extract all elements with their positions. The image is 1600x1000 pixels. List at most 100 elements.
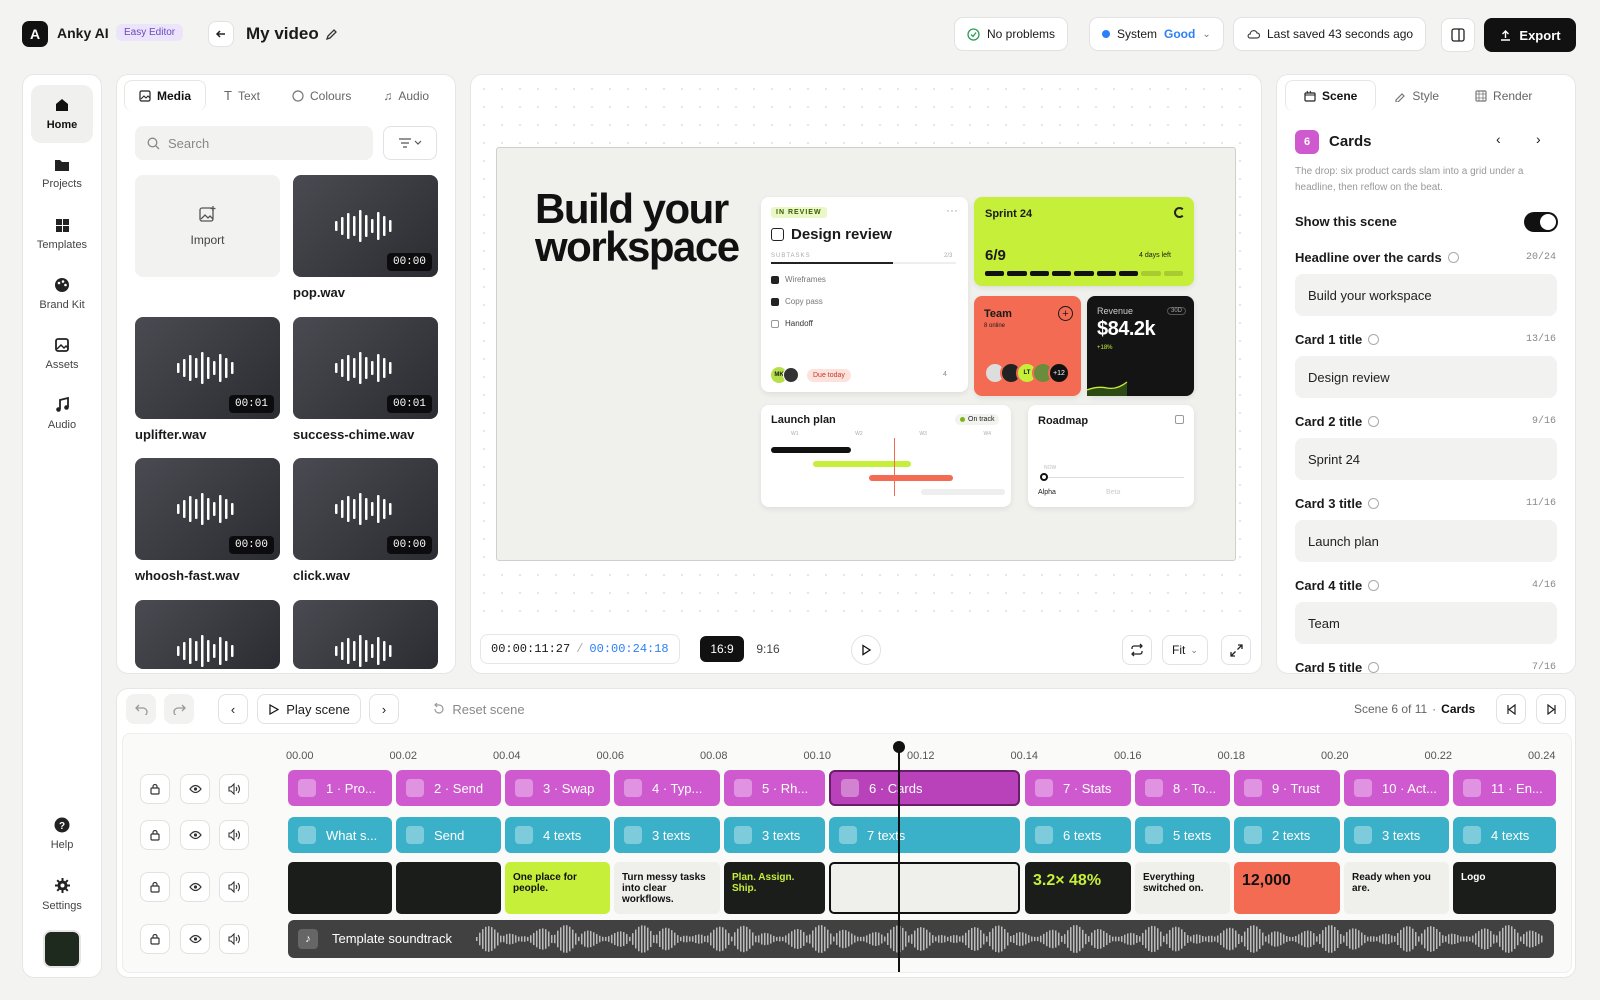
text-clip[interactable]: 4 texts	[1453, 817, 1556, 853]
play-button[interactable]	[851, 635, 881, 665]
scene-clip[interactable]: 6 · Cards	[829, 770, 1020, 806]
lock-button[interactable]	[140, 774, 170, 804]
reset-scene-button[interactable]: Reset scene	[424, 694, 534, 724]
mute-button[interactable]	[219, 774, 249, 804]
text-clip[interactable]: What s...	[288, 817, 392, 853]
lock-button[interactable]	[140, 820, 170, 850]
next-scene-button[interactable]: ›	[1536, 131, 1541, 147]
scene-thumbnail[interactable]	[829, 862, 1020, 914]
scene-clip[interactable]: 9 · Trust	[1234, 770, 1340, 806]
scene-clip[interactable]: 5 · Rh...	[724, 770, 825, 806]
tab-text[interactable]: T Text	[210, 80, 274, 111]
import-button[interactable]: Import	[135, 175, 280, 277]
scene-clip[interactable]: 10 · Act...	[1344, 770, 1449, 806]
prev-scene-button[interactable]: ‹	[1496, 131, 1501, 147]
text-clip[interactable]: 6 texts	[1025, 817, 1131, 853]
undo-button[interactable]	[126, 694, 156, 724]
sidebar-item-home[interactable]: Home	[31, 85, 93, 143]
sidebar-item-settings[interactable]: Settings	[31, 865, 93, 923]
scene-thumbnail[interactable]: 12,000	[1234, 862, 1340, 914]
scene-thumbnail[interactable]: Ready when you are.	[1344, 862, 1449, 914]
filter-button[interactable]	[383, 126, 437, 160]
skip-start-button[interactable]	[1496, 694, 1526, 724]
playhead-handle[interactable]	[893, 741, 905, 753]
media-item[interactable]: 00:00	[293, 175, 438, 277]
scene-thumbnail[interactable]: One place for people.	[505, 862, 610, 914]
text-clip[interactable]: 3 texts	[1344, 817, 1449, 853]
text-clip[interactable]: 4 texts	[505, 817, 610, 853]
scene-thumbnail[interactable]	[288, 862, 392, 914]
sidebar-item-help[interactable]: ? Help	[31, 805, 93, 863]
mute-button[interactable]	[219, 872, 249, 902]
tab-render[interactable]: Render	[1457, 81, 1550, 111]
skip-end-button[interactable]	[1536, 694, 1566, 724]
sidebar-item-audio[interactable]: Audio	[31, 385, 93, 443]
visibility-button[interactable]	[180, 872, 210, 902]
tab-colours[interactable]: Colours	[278, 81, 365, 111]
scene-thumbnail[interactable]: Plan. Assign. Ship.	[724, 862, 825, 914]
back-button[interactable]	[208, 21, 234, 47]
media-item[interactable]: 00:00	[293, 458, 438, 560]
ratio-9-16-button[interactable]: 9:16	[748, 636, 788, 662]
media-item[interactable]: 00:01	[293, 317, 438, 419]
media-item[interactable]	[293, 600, 438, 669]
ratio-16-9-button[interactable]: 16:9	[700, 636, 744, 662]
user-avatar[interactable]	[43, 930, 81, 968]
scene-clip[interactable]: 7 · Stats	[1025, 770, 1131, 806]
visibility-button[interactable]	[180, 924, 210, 954]
mute-button[interactable]	[219, 820, 249, 850]
scene-thumbnail[interactable]: Turn messy tasks into clear workflows.	[614, 862, 720, 914]
scene-clip[interactable]: 11 · En...	[1453, 770, 1556, 806]
fit-dropdown[interactable]: Fit ⌄	[1162, 635, 1208, 665]
prev-button[interactable]: ‹	[218, 694, 248, 724]
visibility-button[interactable]	[180, 774, 210, 804]
project-title[interactable]: My video	[246, 24, 319, 44]
fullscreen-button[interactable]	[1221, 635, 1251, 665]
soundtrack-clip[interactable]: ♪ Template soundtrack	[288, 920, 1554, 958]
pencil-icon[interactable]	[325, 28, 338, 41]
sidebar-item-assets[interactable]: Assets	[31, 325, 93, 383]
text-field[interactable]: Team	[1295, 602, 1557, 644]
scene-thumbnail[interactable]: 3.2× 48%	[1025, 862, 1131, 914]
tab-scene[interactable]: Scene	[1285, 80, 1377, 111]
text-field[interactable]: Build your workspace	[1295, 274, 1557, 316]
sidebar-item-brand-kit[interactable]: Brand Kit	[31, 265, 93, 323]
tab-media[interactable]: Media	[124, 80, 207, 111]
toggle-panel-button[interactable]	[1441, 18, 1475, 52]
scene-thumbnail[interactable]: Everything switched on.	[1135, 862, 1230, 914]
scene-clip[interactable]: 3 · Swap	[505, 770, 610, 806]
show-scene-toggle[interactable]	[1524, 212, 1558, 232]
text-clip[interactable]: Send	[396, 817, 501, 853]
next-button[interactable]: ›	[369, 694, 399, 724]
scene-thumbnail[interactable]: Logo	[1453, 862, 1556, 914]
text-field[interactable]: Launch plan	[1295, 520, 1557, 562]
text-field[interactable]: Design review	[1295, 356, 1557, 398]
scene-clip[interactable]: 2 · Send	[396, 770, 501, 806]
text-clip[interactable]: 5 texts	[1135, 817, 1230, 853]
sidebar-item-templates[interactable]: Templates	[31, 205, 93, 263]
playhead[interactable]	[898, 746, 900, 972]
media-item[interactable]: 00:00	[135, 458, 280, 560]
video-canvas[interactable]: Build your workspace IN REVIEW ··· Desig…	[496, 147, 1236, 561]
scene-clip[interactable]: 1 · Pro...	[288, 770, 392, 806]
system-status-dropdown[interactable]: System Good ⌄	[1089, 17, 1224, 51]
text-clip[interactable]: 7 texts	[829, 817, 1020, 853]
lock-button[interactable]	[140, 924, 170, 954]
loop-button[interactable]	[1122, 635, 1152, 665]
text-clip[interactable]: 2 texts	[1234, 817, 1340, 853]
text-clip[interactable]: 3 texts	[614, 817, 720, 853]
tab-style[interactable]: Style	[1376, 81, 1457, 111]
play-scene-button[interactable]: Play scene	[257, 694, 361, 724]
export-button[interactable]: Export	[1484, 18, 1576, 52]
text-clip[interactable]: 3 texts	[724, 817, 825, 853]
visibility-button[interactable]	[180, 820, 210, 850]
scene-thumbnail[interactable]	[396, 862, 501, 914]
scene-clip[interactable]: 8 · To...	[1135, 770, 1230, 806]
text-field[interactable]: Sprint 24	[1295, 438, 1557, 480]
problems-status[interactable]: No problems	[954, 17, 1069, 51]
media-search[interactable]: Search	[135, 126, 373, 160]
sidebar-item-projects[interactable]: Projects	[31, 145, 93, 203]
tab-audio[interactable]: ♫ Audio	[369, 81, 443, 111]
media-item[interactable]	[135, 600, 280, 669]
media-item[interactable]: 00:01	[135, 317, 280, 419]
